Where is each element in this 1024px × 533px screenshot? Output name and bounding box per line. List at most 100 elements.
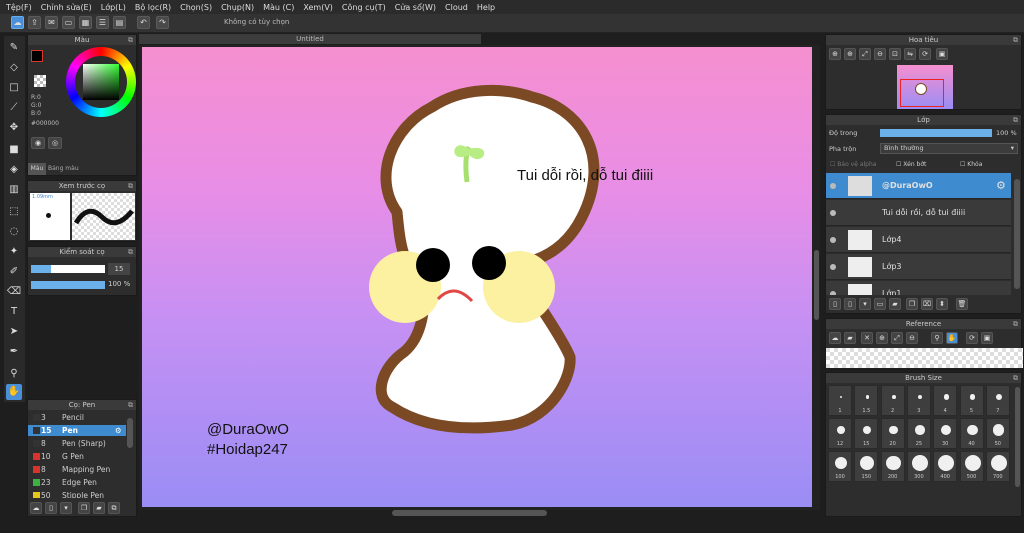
gear-icon[interactable]: ⚙ [996, 173, 1006, 199]
blend-mode-select[interactable]: Bình thường ▾ [880, 143, 1018, 154]
menu-item[interactable]: Lớp(L) [101, 3, 126, 12]
brush-size-slider[interactable] [31, 265, 105, 273]
panel-expand-icon[interactable]: ⧉ [128, 400, 133, 410]
menu-item[interactable]: Cửa sổ(W) [395, 3, 436, 12]
lock-icon[interactable]: ▣ [981, 332, 993, 344]
brush-size-cell[interactable]: 5 [959, 385, 984, 416]
select-eraser-tool-icon[interactable]: ⌫ [6, 284, 22, 300]
brush-size-cell[interactable]: 500 [959, 451, 984, 482]
gradient-tool-icon[interactable]: ▥ [6, 182, 22, 198]
pen-tool-icon[interactable]: ✒ [6, 344, 22, 360]
brush-size-cell[interactable]: 20 [880, 418, 905, 449]
panel-expand-icon[interactable]: ⧉ [1013, 373, 1018, 383]
brush-menu-icon[interactable]: ▾ [60, 502, 72, 514]
eye-icon[interactable] [830, 210, 836, 216]
navigator-lock-icon[interactable]: ▣ [936, 48, 948, 60]
layer-list-scrollbar[interactable] [1014, 179, 1020, 289]
panel-icon[interactable]: ▤ [113, 16, 126, 29]
actual-size-icon[interactable]: ⊡ [889, 48, 901, 60]
layer-row[interactable]: Lớp4 [826, 227, 1011, 253]
chat-icon[interactable]: ✉ [45, 16, 58, 29]
menu-item[interactable]: Công cụ(T) [342, 3, 386, 12]
navigator-thumbnail[interactable] [897, 65, 953, 109]
grid-icon[interactable]: ▦ [79, 16, 92, 29]
brush-item[interactable]: 23 Edge Pen [28, 477, 126, 488]
brush-size-scrollbar[interactable] [1015, 387, 1020, 487]
bucket-tool-icon[interactable]: ◈ [6, 162, 22, 178]
brush-size-cell[interactable]: 40 [959, 418, 984, 449]
delete-brush-icon[interactable]: ⧉ [108, 502, 120, 514]
tab-color[interactable]: Màu [28, 163, 46, 175]
menu-item[interactable]: Chụp(N) [221, 3, 254, 12]
layer-row[interactable]: Lớp3 [826, 254, 1011, 280]
zoom-in-icon[interactable]: ⊕ [829, 48, 841, 60]
brush-size-cell[interactable]: 1.5 [854, 385, 879, 416]
hand-icon[interactable]: ✋ [946, 332, 958, 344]
redo-icon[interactable]: ↷ [156, 16, 169, 29]
transparent-color-swatch[interactable] [34, 75, 46, 87]
lasso-tool-icon[interactable]: ◌ [6, 224, 22, 240]
eye-icon[interactable] [830, 237, 836, 243]
brush-item[interactable]: 3 Pencil [28, 412, 126, 423]
export-icon[interactable]: ⇪ [28, 16, 41, 29]
layer-folder-icon[interactable]: ▰ [889, 298, 901, 310]
close-icon[interactable]: ✕ [861, 332, 873, 344]
reference-canvas[interactable] [826, 348, 1023, 368]
fit-icon[interactable]: ⤢ [859, 48, 871, 60]
brush-size-cell[interactable]: 100 [828, 451, 852, 482]
folder-icon[interactable]: ▰ [93, 502, 105, 514]
panel-expand-icon[interactable]: ⧉ [1013, 319, 1018, 329]
brush-size-cell[interactable]: 12 [828, 418, 852, 449]
foreground-color-swatch[interactable] [31, 50, 43, 62]
undo-icon[interactable]: ↶ [137, 16, 150, 29]
brush-size-cell[interactable]: 200 [880, 451, 905, 482]
brush-size-cell[interactable]: 400 [933, 451, 958, 482]
brush-item[interactable]: 8 Mapping Pen [28, 464, 126, 475]
eyedropper-icon[interactable]: ⚲ [931, 332, 943, 344]
duplicate-brush-icon[interactable]: ❐ [78, 502, 90, 514]
panel-expand-icon[interactable]: ⧉ [128, 35, 133, 45]
panel-expand-icon[interactable]: ⧉ [1013, 35, 1018, 45]
zoom-out-icon[interactable]: ⊖ [874, 48, 886, 60]
rotate-icon[interactable]: ⟳ [966, 332, 978, 344]
operation-tool-icon[interactable]: ➤ [6, 324, 22, 340]
brush-size-cell[interactable]: 150 [854, 451, 879, 482]
gear-icon[interactable]: ⚙ [115, 425, 122, 436]
flip-icon[interactable]: ⇋ [904, 48, 916, 60]
brush-size-cell[interactable]: 2 [880, 385, 905, 416]
comment-icon[interactable]: ▭ [62, 16, 75, 29]
menu-item[interactable]: Tệp(F) [6, 3, 32, 12]
select-pen-tool-icon[interactable]: ✐ [6, 264, 22, 280]
panel-expand-icon[interactable]: ⧉ [128, 181, 133, 191]
rect-tool-icon[interactable]: □ [6, 80, 22, 96]
menu-item[interactable]: Chọn(S) [180, 3, 212, 12]
eye-icon[interactable] [830, 291, 836, 295]
new-layer-alt-icon[interactable]: ▯ [844, 298, 856, 310]
drawing-canvas[interactable]: Tui dỗi rồi, dỗ tui điiii @DuraOwO #Hoid… [142, 47, 812, 507]
menu-item[interactable]: Help [477, 3, 495, 12]
cloud-upload-icon[interactable]: ☁ [829, 332, 841, 344]
brush-size-cell[interactable]: 25 [906, 418, 931, 449]
list-icon[interactable]: ☰ [96, 16, 109, 29]
color-wheel[interactable] [66, 47, 136, 117]
brush-item[interactable]: 8 Pen (Sharp) [28, 438, 126, 449]
zoom-in-icon[interactable]: ⊕ [876, 332, 888, 344]
brush-size-cell[interactable]: 4 [933, 385, 958, 416]
panel-expand-icon[interactable]: ⧉ [1013, 115, 1018, 125]
panel-expand-icon[interactable]: ⧉ [128, 247, 133, 257]
rotate-icon[interactable]: ⟳ [919, 48, 931, 60]
open-reference-icon[interactable]: ▰ [844, 332, 856, 344]
brush-size-cell[interactable]: 700 [985, 451, 1010, 482]
layer-menu-icon[interactable]: ▾ [859, 298, 871, 310]
brush-list-scrollbar[interactable] [127, 418, 133, 448]
fit-icon[interactable]: ⤢ [891, 332, 903, 344]
brush-size-cell[interactable]: 1 [828, 385, 852, 416]
cloud-upload-icon[interactable]: ☁ [30, 502, 42, 514]
canvas-horizontal-scrollbar[interactable] [392, 510, 547, 516]
layer-opacity-slider[interactable] [880, 129, 992, 137]
menu-item[interactable]: Cloud [445, 3, 468, 12]
palette-icon[interactable]: ◉ [31, 137, 45, 149]
menu-item[interactable]: Màu (C) [263, 3, 294, 12]
brush-opacity-slider[interactable] [31, 281, 105, 289]
brush-size-cell[interactable]: 300 [906, 451, 931, 482]
